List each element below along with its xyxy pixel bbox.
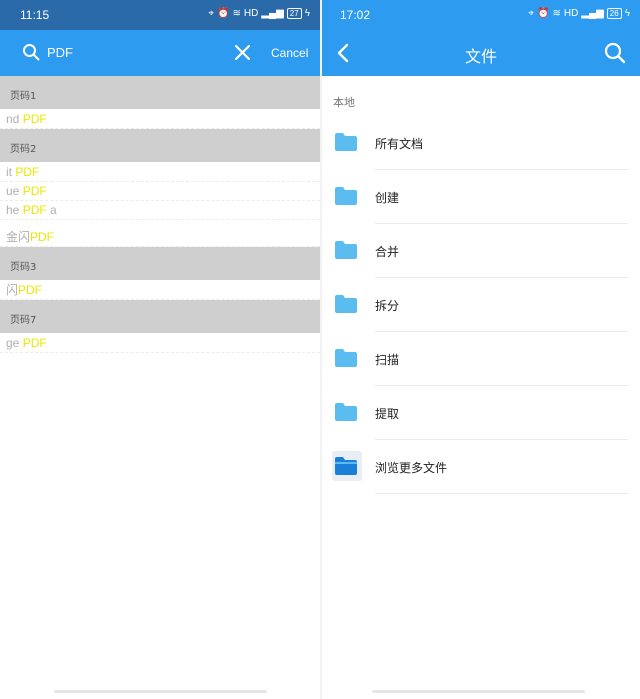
folder-icon [334,348,358,372]
network-label: HD [243,8,259,19]
result-context: ue [6,184,23,198]
search-results: 页码1 nd PDF 页码2 it PDF ue PDF he PDF a 金闪PDF 页码3… [0,76,320,353]
wifi-icon: ≋ [232,8,241,19]
folder-icon [334,240,358,264]
match-highlight: PDF [22,112,47,126]
folder-icon [334,402,358,426]
match-highlight: PDF [22,184,47,198]
status-time: 17:02 [340,8,371,22]
folder-item[interactable]: 扫描 [322,332,640,386]
folder-icon [334,132,358,156]
folder-label: 浏览更多文件 [375,461,448,475]
charging-icon: ϟ [304,8,310,19]
folder-label: 提取 [375,407,400,421]
alarm-icon: ⏰ [217,8,230,19]
search-result-row[interactable]: he PDF a [0,201,320,220]
page-group-header: 页码3 [0,247,320,280]
home-indicator[interactable] [54,690,267,693]
folder-item[interactable]: 合并 [322,224,640,278]
folder-item[interactable]: 创建 [322,170,640,224]
search-result-row[interactable]: nd PDF [0,110,320,129]
status-icons: ⌖ ⏰ ≋ HD ▂▄▆ 27 ϟ [208,8,310,19]
folder-item[interactable]: 拆分 [322,278,640,332]
browse-folder-icon [334,456,358,480]
page-group-header: 页码2 [0,129,320,162]
close-icon[interactable] [234,44,251,65]
signal-icon: ▂▄▆ [261,8,284,19]
folder-label: 所有文档 [375,137,424,151]
charging-icon: ϟ [624,8,630,19]
folder-icon [334,294,358,318]
result-context: 金闪 [6,230,31,244]
match-highlight: PDF [15,165,40,179]
result-context: 闪 [6,283,19,297]
search-icon[interactable] [604,42,626,68]
result-context: ge [6,336,23,350]
files-screen: 17:02 ⌖ ⏰ ≋ HD ▂▄▆ 26 ϟ 文件 本地 所有文档创建合并拆分… [322,0,640,699]
page-group-label: 页码7 [10,315,37,326]
folder-label: 创建 [375,191,400,205]
page-group-label: 页码2 [10,144,37,155]
result-context: he [6,203,23,217]
search-result-row[interactable]: ue PDF [0,182,320,201]
wifi-icon: ≋ [552,8,561,19]
folder-icon [334,186,358,210]
search-icon [22,43,40,65]
app-bar: 文件 [322,30,640,76]
battery-icon: 26 [606,8,622,19]
page-group-label: 页码3 [10,262,37,273]
page-group-label: 页码1 [10,91,37,102]
folder-list: 所有文档创建合并拆分扫描提取浏览更多文件 [322,116,640,494]
folder-item[interactable]: 浏览更多文件 [322,440,640,494]
folder-label: 拆分 [375,299,400,313]
status-bar: 11:15 ⌖ ⏰ ≋ HD ▂▄▆ 27 ϟ [0,0,320,30]
home-indicator[interactable] [372,690,585,693]
match-highlight: PDF [22,203,47,217]
result-context: a [46,203,57,217]
row-divider [375,493,628,494]
match-highlight: PDF [22,336,47,350]
page-group-header: 页码1 [0,76,320,109]
alarm-icon: ⏰ [537,8,550,19]
cancel-button[interactable]: Cancel [271,46,308,60]
result-context: nd [6,112,23,126]
search-bar: PDF Cancel [0,30,320,76]
result-context: it [6,165,16,179]
match-highlight: PDF [30,230,55,244]
search-result-row[interactable]: 闪PDF [0,281,320,300]
folder-label: 扫描 [375,353,400,367]
search-screen: 11:15 ⌖ ⏰ ≋ HD ▂▄▆ 27 ϟ PDF Cancel 页码1 nd… [0,0,320,699]
location-icon: ⌖ [528,8,535,19]
search-result-row[interactable]: 金闪PDF [0,228,320,247]
status-bar: 17:02 ⌖ ⏰ ≋ HD ▂▄▆ 26 ϟ [322,0,640,30]
battery-icon: 27 [286,8,302,19]
section-label: 本地 [333,96,355,109]
status-icons: ⌖ ⏰ ≋ HD ▂▄▆ 26 ϟ [528,8,630,19]
location-icon: ⌖ [208,8,215,19]
folder-item[interactable]: 提取 [322,386,640,440]
page-group-header: 页码7 [0,300,320,333]
search-result-row[interactable]: ge PDF [0,334,320,353]
page-title: 文件 [464,47,497,66]
signal-icon: ▂▄▆ [581,8,604,19]
search-result-row[interactable]: it PDF [0,163,320,182]
folder-label: 合并 [375,245,400,259]
folder-item[interactable]: 所有文档 [322,116,640,170]
match-highlight: PDF [18,283,43,297]
status-time: 11:15 [20,8,50,22]
network-label: HD [563,8,579,19]
search-input[interactable]: PDF [47,45,73,60]
